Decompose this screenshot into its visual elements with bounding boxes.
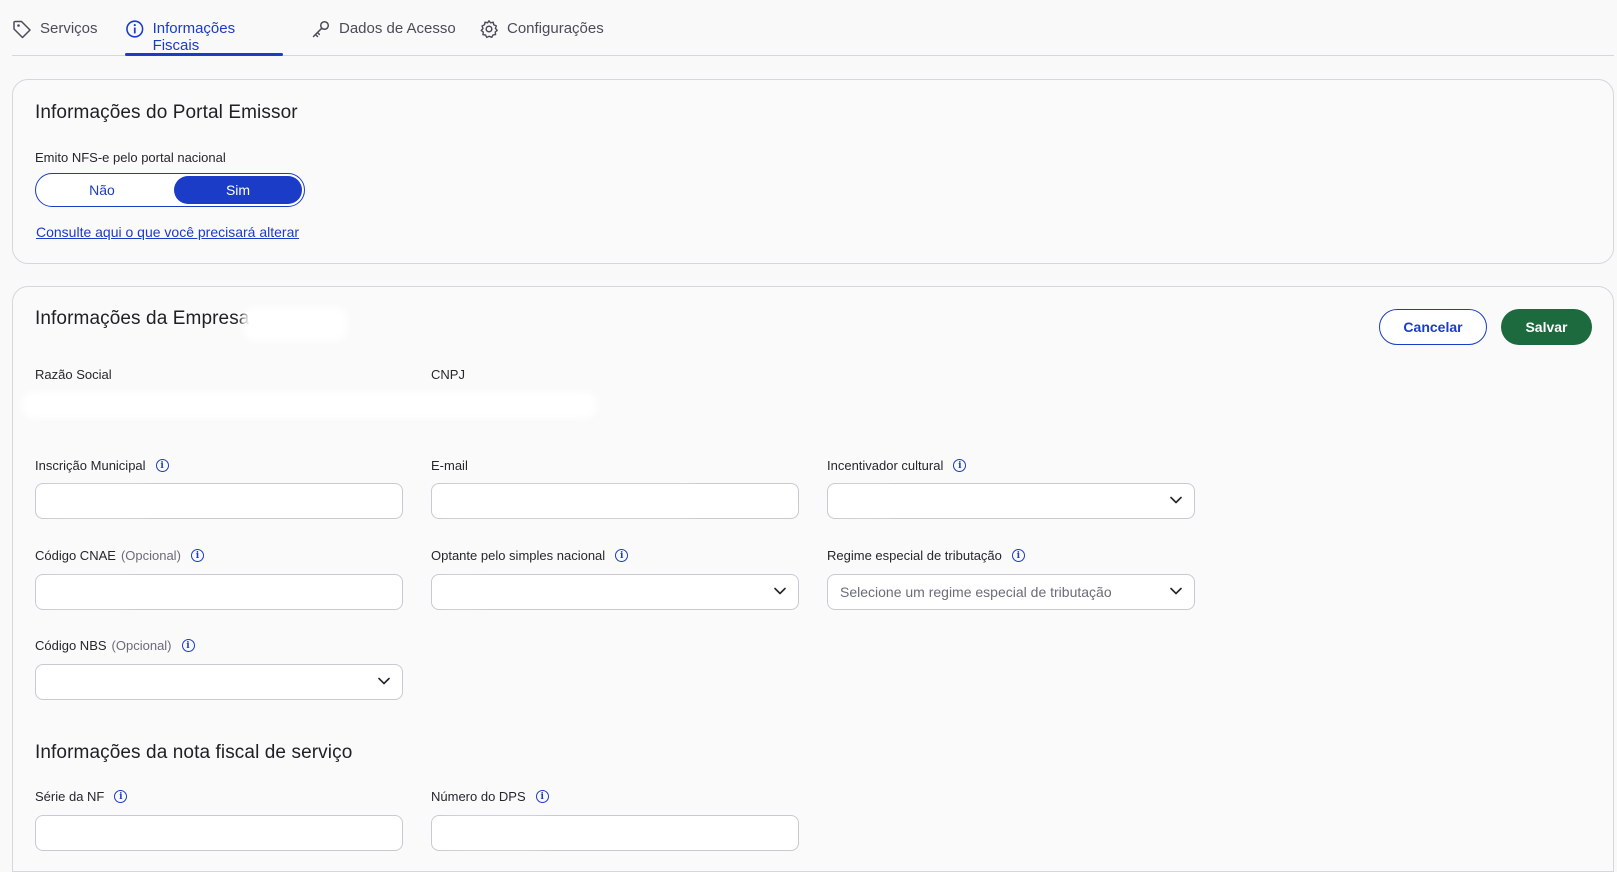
tab-configuracoes[interactable]: Configurações — [479, 20, 604, 56]
info-circle-icon — [126, 20, 144, 38]
info-icon[interactable]: i — [535, 790, 549, 803]
tab-servicos-label: Serviços — [40, 20, 98, 37]
portal-emissor-card: Informações do Portal Emissor Emito NFS-… — [12, 79, 1614, 264]
tab-dados-de-acesso[interactable]: Dados de Acesso — [311, 20, 456, 56]
redacted-value — [444, 494, 694, 508]
chevron-down-icon — [378, 677, 390, 685]
nota-fiscal-title: Informações da nota fiscal de serviço — [35, 742, 353, 763]
email-label: E-mail — [431, 458, 468, 473]
info-icon[interactable]: i — [953, 459, 967, 472]
chevron-down-icon — [774, 587, 786, 595]
codigo-cnae-label: Código CNAE (Opcional) i — [35, 548, 204, 563]
regime-especial-select[interactable]: Selecione um regime especial de tributaç… — [827, 574, 1195, 610]
email-input[interactable] — [431, 483, 799, 519]
numero-dps-input[interactable] — [431, 815, 799, 851]
tab-informacoes-fiscais[interactable]: Informações Fiscais — [125, 20, 283, 56]
tab-bar: Serviços Informações Fiscais Dados de Ac… — [12, 0, 1614, 56]
tab-dados-de-acesso-label: Dados de Acesso — [339, 20, 456, 37]
info-icon[interactable]: i — [114, 790, 128, 803]
codigo-nbs-select[interactable] — [35, 664, 403, 700]
redacted-value — [840, 494, 890, 508]
regime-especial-placeholder: Selecione um regime especial de tributaç… — [840, 584, 1112, 600]
info-icon[interactable]: i — [190, 549, 204, 562]
info-icon[interactable]: i — [181, 639, 195, 652]
redacted-company-name — [249, 313, 341, 335]
chevron-down-icon — [1170, 496, 1182, 504]
regime-especial-label: Regime especial de tributação i — [827, 548, 1025, 563]
incentivador-cultural-label: Incentivador cultural i — [827, 458, 967, 473]
consult-changes-link[interactable]: Consulte aqui o que você precisará alter… — [36, 224, 299, 240]
portal-emissor-title: Informações do Portal Emissor — [35, 102, 298, 123]
simples-nacional-label: Optante pelo simples nacional i — [431, 548, 629, 563]
key-icon — [312, 20, 330, 38]
cnpj-label: CNPJ — [431, 367, 465, 382]
inscricao-municipal-label: Inscrição Municipal i — [35, 458, 169, 473]
portal-nacional-question: Emito NFS-e pelo portal nacional — [35, 150, 226, 165]
info-icon[interactable]: i — [1011, 549, 1025, 562]
tag-icon — [13, 20, 31, 39]
portal-nacional-toggle[interactable]: Não Sim — [35, 173, 305, 207]
info-icon[interactable]: i — [615, 549, 629, 562]
serie-nf-input[interactable] — [35, 815, 403, 851]
gear-icon — [480, 20, 498, 39]
codigo-nbs-label: Código NBS (Opcional) i — [35, 638, 195, 653]
toggle-option-nao[interactable]: Não — [38, 176, 166, 204]
info-icon[interactable]: i — [155, 459, 169, 472]
toggle-option-sim[interactable]: Sim — [174, 176, 302, 204]
empresa-title: Informações da Empresa — [35, 308, 250, 329]
redacted-value — [444, 585, 480, 599]
incentivador-cultural-select[interactable] — [827, 483, 1195, 519]
tab-configuracoes-label: Configurações — [507, 20, 604, 37]
redacted-value — [48, 494, 148, 508]
save-button[interactable]: Salvar — [1501, 309, 1592, 345]
tab-servicos[interactable]: Serviços — [12, 20, 98, 56]
codigo-cnae-input[interactable] — [35, 574, 403, 610]
razao-social-label: Razão Social — [35, 367, 112, 382]
simples-nacional-select[interactable] — [431, 574, 799, 610]
inscricao-municipal-input[interactable] — [35, 483, 403, 519]
redacted-value — [48, 585, 128, 599]
redacted-value — [444, 826, 544, 840]
redacted-razao-social-cnpj — [27, 398, 591, 412]
cancel-button[interactable]: Cancelar — [1379, 309, 1487, 345]
chevron-down-icon — [1170, 587, 1182, 595]
tab-informacoes-fiscais-label: Informações Fiscais — [152, 20, 236, 54]
serie-nf-label: Série da NF i — [35, 789, 128, 804]
numero-dps-label: Número do DPS i — [431, 789, 549, 804]
empresa-card: Informações da Empresa Cancelar Salvar R… — [12, 286, 1614, 872]
